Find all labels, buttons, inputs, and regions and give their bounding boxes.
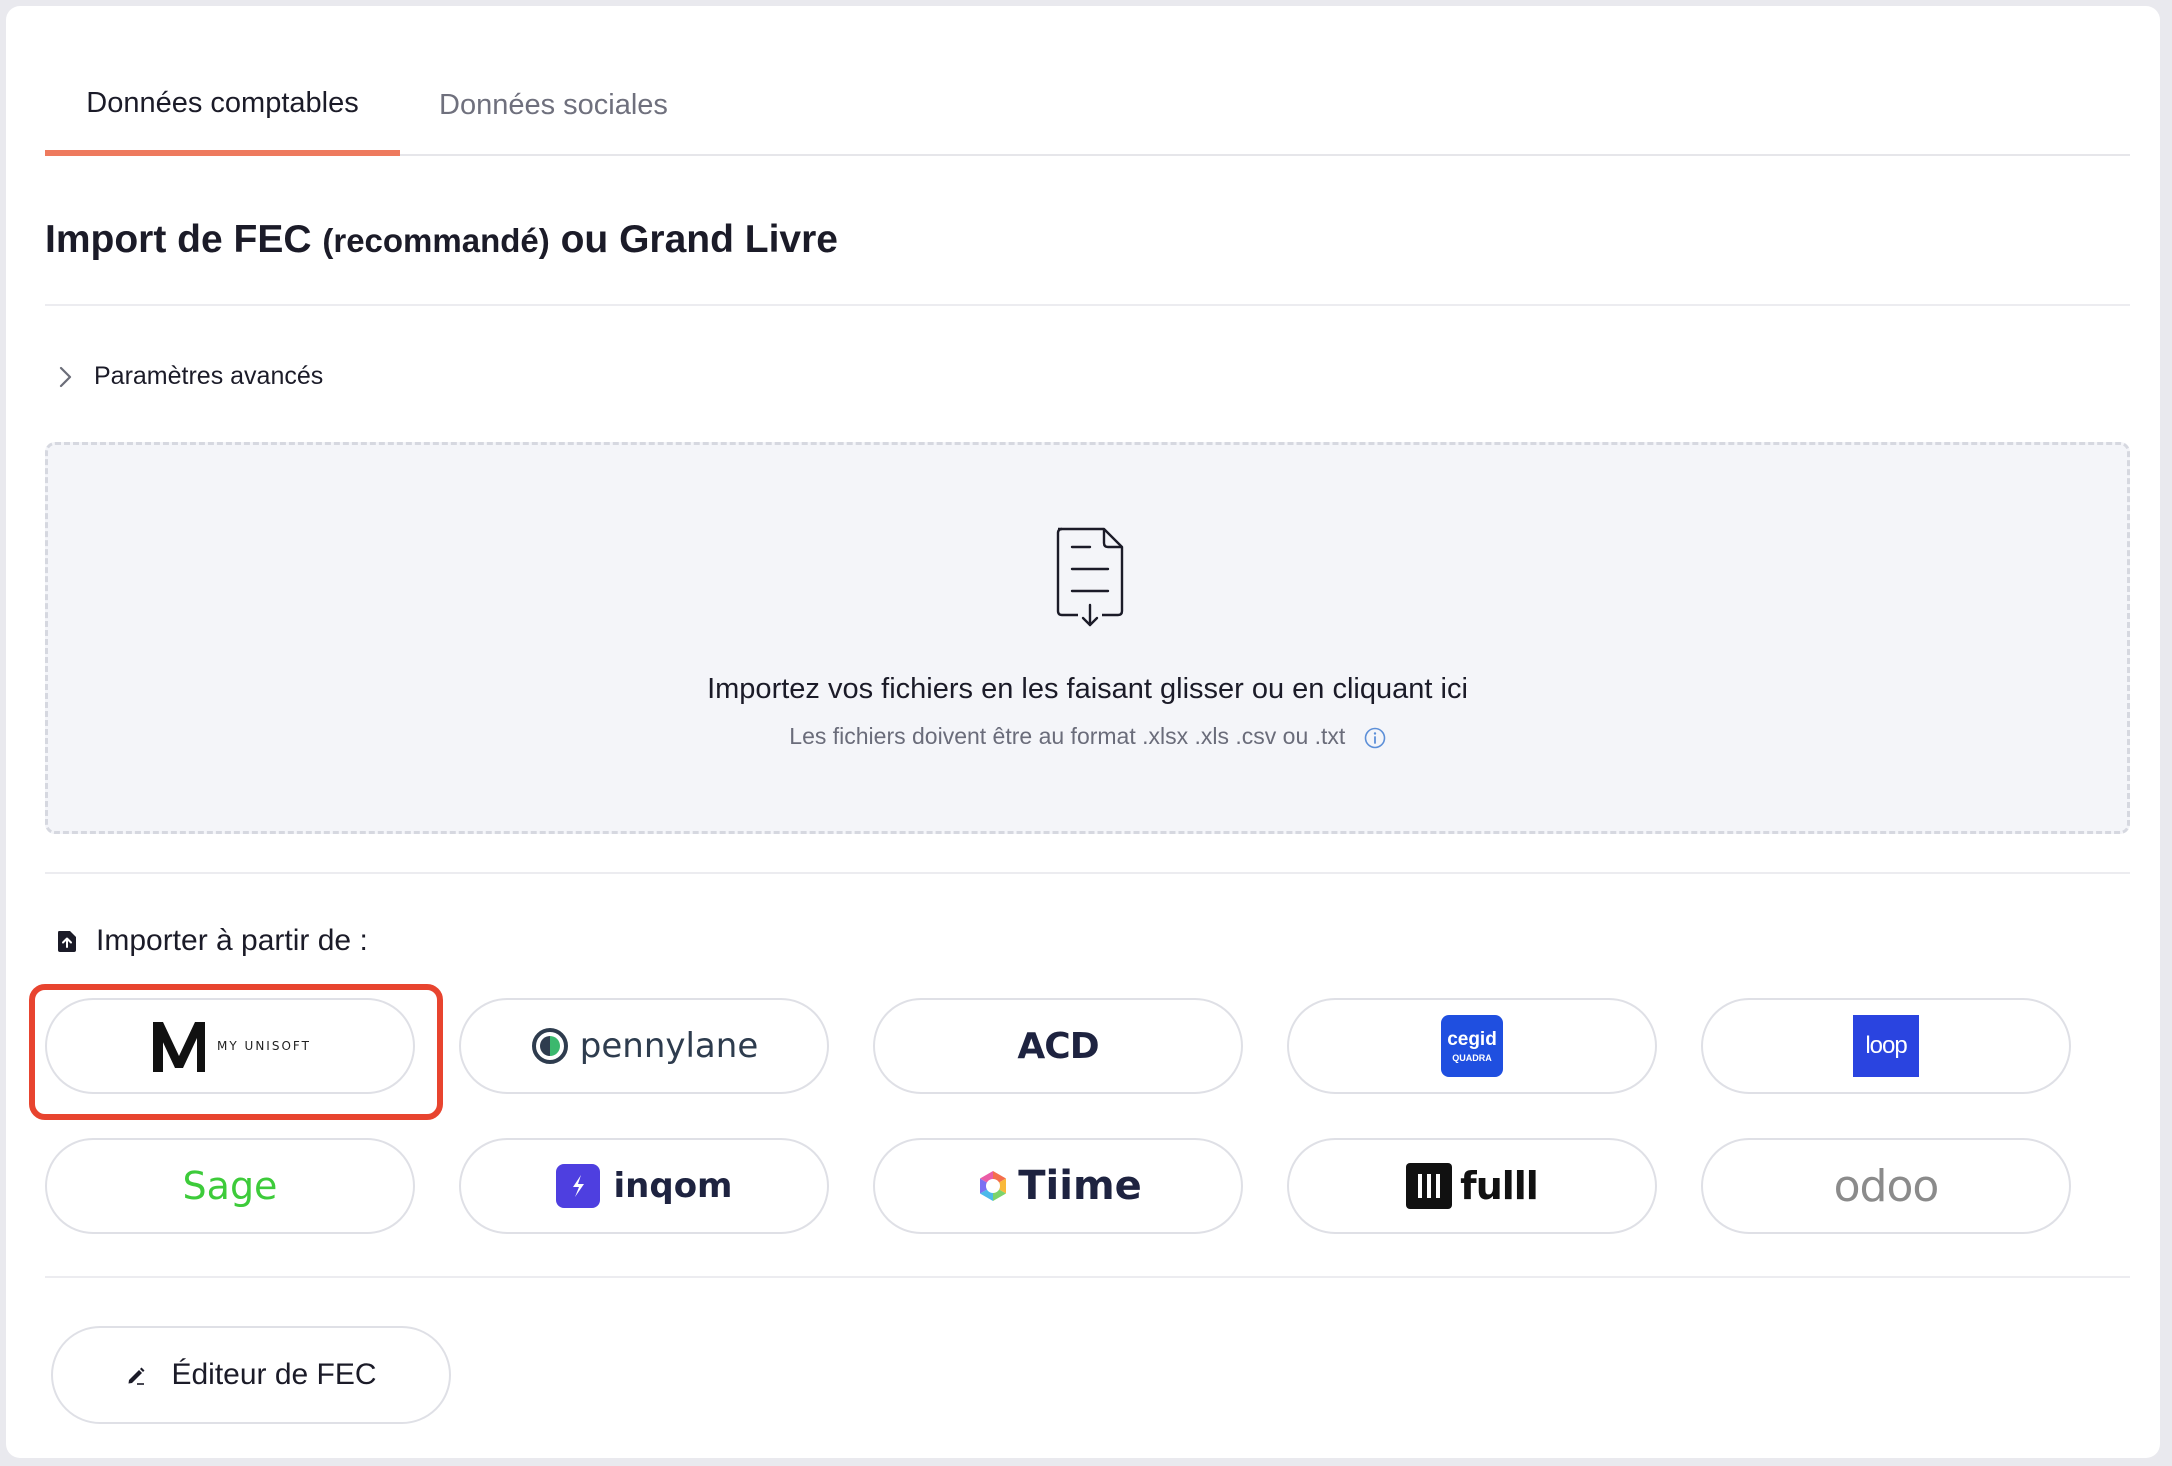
provider-odoo-button[interactable]: odoo bbox=[1701, 1138, 2071, 1234]
info-icon[interactable] bbox=[1364, 727, 1386, 749]
provider-sage-button[interactable]: Sage bbox=[45, 1138, 415, 1234]
provider-cegid-button[interactable]: cegid QUADRA bbox=[1287, 998, 1657, 1094]
file-dropzone[interactable]: Importez vos fichiers en les faisant gli… bbox=[45, 442, 2130, 834]
provider-fulll-label: fulll bbox=[1460, 1164, 1539, 1208]
divider bbox=[45, 1276, 2130, 1278]
provider-cegid-sub: QUADRA bbox=[1452, 1052, 1492, 1063]
fulll-logo-icon bbox=[1406, 1163, 1453, 1209]
loop-logo-icon: loop bbox=[1853, 1015, 1919, 1077]
tiime-logo-icon bbox=[980, 1171, 1007, 1201]
dropzone-main-text: Importez vos fichiers en les faisant gli… bbox=[707, 673, 1468, 705]
tab-donnees-comptables[interactable]: Données comptables bbox=[45, 56, 400, 156]
title-rest: ou Grand Livre bbox=[560, 218, 838, 261]
provider-odoo-label: odoo bbox=[1833, 1160, 1940, 1212]
provider-fulll-button[interactable]: fulll bbox=[1287, 1138, 1657, 1234]
chevron-right-icon bbox=[59, 366, 72, 387]
main-card: Données comptables Données sociales Impo… bbox=[6, 6, 2160, 1458]
provider-acd-button[interactable]: ACD bbox=[873, 998, 1243, 1094]
tab-donnees-sociales[interactable]: Données sociales bbox=[439, 56, 668, 154]
import-from-heading: Importer à partir de : bbox=[56, 924, 368, 958]
provider-acd-label: ACD bbox=[1017, 1025, 1099, 1067]
fec-editor-label: Éditeur de FEC bbox=[171, 1358, 377, 1391]
advanced-settings-label: Paramètres avancés bbox=[94, 362, 324, 390]
provider-pennylane-button[interactable]: pennylane bbox=[459, 998, 829, 1094]
page-title: Import de FEC (recommandé) ou Grand Livr… bbox=[45, 218, 838, 262]
title-main: Import de FEC bbox=[45, 218, 312, 261]
import-from-label: Importer à partir de : bbox=[96, 924, 368, 957]
provider-myunisoft-label: MY UNISOFT bbox=[217, 1039, 311, 1053]
myunisoft-logo-icon bbox=[153, 1022, 206, 1072]
title-paren: (recommandé) bbox=[322, 222, 550, 259]
provider-sage-label: Sage bbox=[182, 1164, 278, 1208]
provider-cegid-label: cegid bbox=[1447, 1028, 1497, 1050]
provider-tiime-label: Tiime bbox=[1018, 1163, 1142, 1209]
dropzone-sub-text: Les fichiers doivent être au format .xls… bbox=[789, 723, 1346, 749]
provider-inqom-button[interactable]: inqom bbox=[459, 1138, 829, 1234]
file-download-icon bbox=[1056, 527, 1124, 627]
provider-loop-button[interactable]: loop bbox=[1701, 998, 2071, 1094]
tab-bar: Données comptables Données sociales bbox=[45, 56, 2130, 156]
provider-loop-label: loop bbox=[1865, 1032, 1907, 1059]
provider-inqom-label: inqom bbox=[613, 1166, 733, 1206]
advanced-settings-toggle[interactable]: Paramètres avancés bbox=[56, 362, 323, 391]
inqom-logo-icon bbox=[555, 1164, 600, 1208]
provider-tiime-button[interactable]: Tiime bbox=[873, 1138, 1243, 1234]
dropzone-sub-text-wrap: Les fichiers doivent être au format .xls… bbox=[48, 723, 2127, 750]
cegid-logo-icon: cegid QUADRA bbox=[1441, 1015, 1503, 1077]
file-upload-icon bbox=[58, 931, 76, 952]
divider bbox=[45, 872, 2130, 874]
pennylane-logo-icon bbox=[531, 1028, 568, 1064]
provider-myunisoft-button[interactable]: MY UNISOFT bbox=[45, 998, 415, 1094]
provider-pennylane-label: pennylane bbox=[579, 1026, 759, 1066]
pen-icon bbox=[128, 1367, 145, 1385]
fec-editor-button[interactable]: Éditeur de FEC bbox=[51, 1326, 451, 1424]
divider bbox=[45, 304, 2130, 306]
